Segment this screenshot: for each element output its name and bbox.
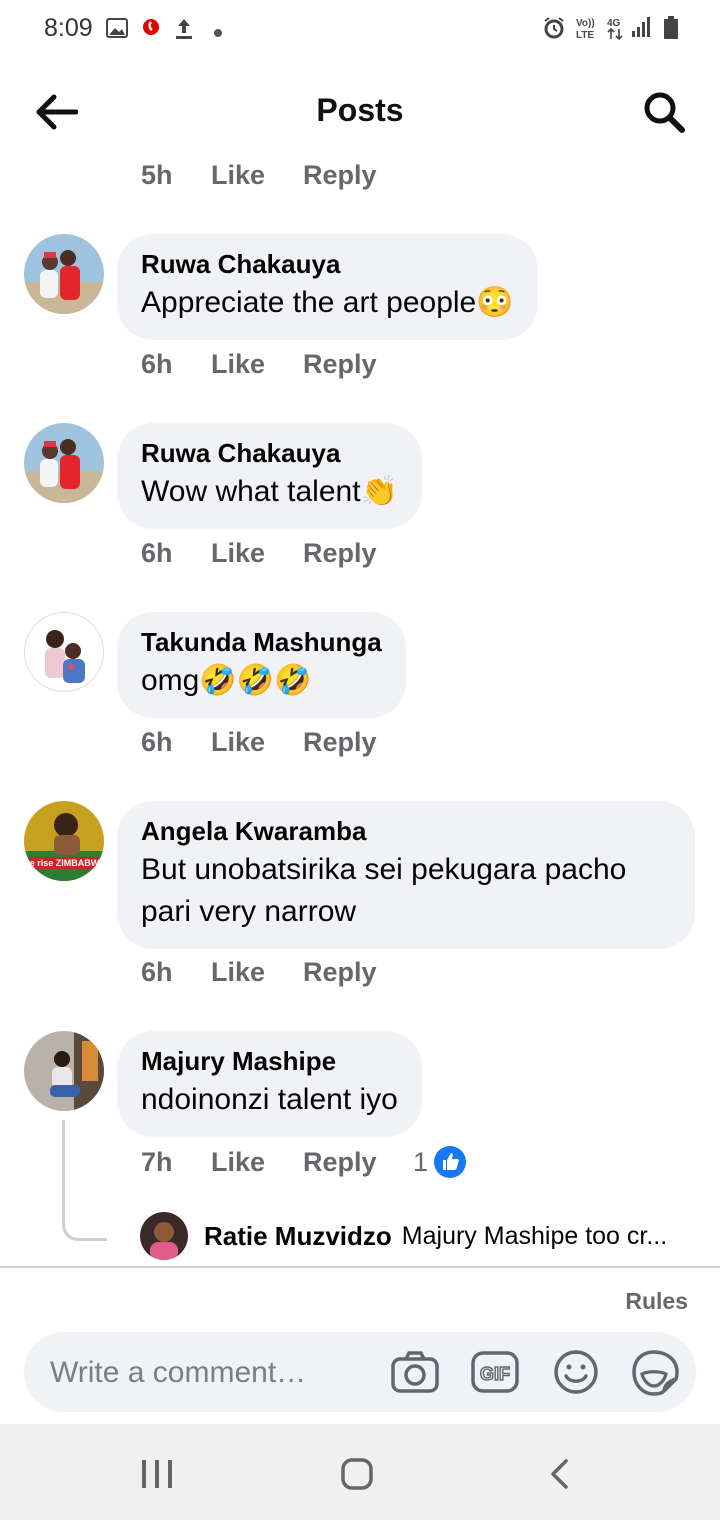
comment-bubble[interactable]: Angela Kwaramba But unobatsirika sei pek… xyxy=(117,801,695,949)
reply-author[interactable]: Ratie Muzvidzo xyxy=(204,1221,392,1252)
comment-bubble[interactable]: Takunda Mashunga omg🤣🤣🤣 xyxy=(117,612,406,718)
camera-icon[interactable] xyxy=(390,1348,440,1401)
signal-icon xyxy=(630,16,652,43)
like-button[interactable]: Like xyxy=(211,538,303,569)
gallery-icon xyxy=(106,18,128,43)
comment-text: Wow what talent👏 xyxy=(141,475,398,508)
rules-link[interactable]: Rules xyxy=(625,1288,688,1315)
reply-preview[interactable]: Ratie Muzvidzo Majury Mashipe too cr... xyxy=(140,1212,667,1260)
comment-actions: 6h Like Reply xyxy=(141,727,413,758)
reply-text: Majury Mashipe too cr... xyxy=(401,1221,668,1250)
reply-button[interactable]: Reply xyxy=(303,349,413,380)
comment-actions: 7h Like Reply 1 xyxy=(141,1146,467,1178)
comment-time: 5h xyxy=(141,160,173,190)
system-nav-bar xyxy=(0,1424,720,1520)
comment-text: But unobatsirika sei pekugara pacho pari… xyxy=(141,853,627,928)
svg-text:Vo)): Vo)) xyxy=(576,18,595,29)
recent-apps-icon[interactable] xyxy=(140,1458,174,1495)
like-button[interactable]: Like xyxy=(211,160,303,191)
avatar[interactable] xyxy=(24,1031,104,1111)
avatar-text: we rise ZIMBABWE xyxy=(24,858,104,868)
avatar[interactable] xyxy=(24,423,104,503)
page-title: Posts xyxy=(316,92,404,128)
upload-icon xyxy=(174,16,194,45)
comment-composer: GIF xyxy=(24,1332,696,1412)
reply-button[interactable]: Reply xyxy=(303,1147,413,1178)
battery-icon xyxy=(664,16,678,45)
avatar[interactable]: we rise ZIMBABWE xyxy=(24,801,104,881)
gif-icon[interactable]: GIF xyxy=(470,1348,520,1401)
4g-icon: 4G xyxy=(606,16,626,47)
like-button[interactable]: Like xyxy=(211,957,303,988)
status-bar: 8:09 Vo)) LTE 4G xyxy=(0,0,720,60)
comment-bubble[interactable]: Majury Mashipe ndoinonzi talent iyo xyxy=(117,1031,422,1137)
comment-time: 6h xyxy=(141,727,173,757)
reply-button[interactable]: Reply xyxy=(303,727,413,758)
reaction-count[interactable]: 1 xyxy=(413,1147,428,1178)
home-icon[interactable] xyxy=(340,1458,374,1495)
comment-time: 7h xyxy=(141,1146,173,1177)
comment-actions: 5h Like Reply xyxy=(141,160,413,191)
like-button[interactable]: Like xyxy=(211,727,303,758)
sticker-icon[interactable] xyxy=(630,1348,680,1403)
comment-author[interactable]: Ruwa Chakauya xyxy=(141,248,514,280)
comment-input[interactable] xyxy=(48,1348,382,1398)
like-button[interactable]: Like xyxy=(211,349,303,380)
avatar[interactable] xyxy=(24,612,104,692)
app-header: Posts xyxy=(0,70,720,154)
like-button[interactable]: Like xyxy=(211,1147,303,1178)
comment-author[interactable]: Angela Kwaramba xyxy=(141,815,671,847)
reply-button[interactable]: Reply xyxy=(303,957,413,988)
comment-time: 6h xyxy=(141,349,173,379)
divider xyxy=(0,1266,720,1268)
comment-author[interactable]: Majury Mashipe xyxy=(141,1045,398,1077)
gif-label: GIF xyxy=(480,1364,510,1384)
comment-text: Appreciate the art people😳 xyxy=(141,286,514,319)
reply-button[interactable]: Reply xyxy=(303,538,413,569)
comment-bubble[interactable]: Ruwa Chakauya Appreciate the art people😳 xyxy=(117,234,538,340)
comment-actions: 6h Like Reply xyxy=(141,538,413,569)
volte-icon: Vo)) LTE xyxy=(574,16,598,45)
comment-text: omg🤣🤣🤣 xyxy=(141,664,312,697)
comment-bubble[interactable]: Ruwa Chakauya Wow what talent👏 xyxy=(117,423,422,529)
vodafone-icon xyxy=(142,18,160,41)
avatar[interactable] xyxy=(140,1212,188,1260)
comment-actions: 6h Like Reply xyxy=(141,957,413,988)
svg-text:4G: 4G xyxy=(607,18,621,29)
comment-text: ndoinonzi talent iyo xyxy=(141,1083,398,1116)
comment-actions: 6h Like Reply xyxy=(141,349,413,380)
reply-button[interactable]: Reply xyxy=(303,160,413,191)
dot-icon xyxy=(214,24,222,42)
comment-time: 6h xyxy=(141,538,173,568)
alarm-icon xyxy=(542,16,566,45)
emoji-icon[interactable] xyxy=(552,1348,600,1401)
svg-text:LTE: LTE xyxy=(576,30,594,40)
like-reaction-icon[interactable] xyxy=(434,1146,467,1178)
reply-thread-line xyxy=(62,1120,107,1241)
comment-author[interactable]: Ruwa Chakauya xyxy=(141,437,398,469)
avatar[interactable] xyxy=(24,234,104,314)
comment-time: 6h xyxy=(141,957,173,987)
comment-author[interactable]: Takunda Mashunga xyxy=(141,626,382,658)
status-time: 8:09 xyxy=(44,14,93,42)
back-icon[interactable] xyxy=(546,1458,572,1495)
avatar-image: we rise ZIMBABWE xyxy=(24,801,104,881)
search-icon[interactable] xyxy=(642,90,686,139)
